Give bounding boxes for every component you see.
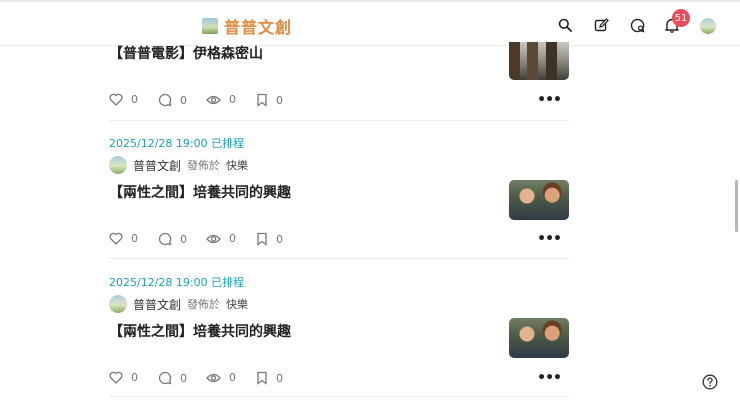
top-navigation-bar: 普普文創 51	[0, 0, 740, 46]
post-title[interactable]: 【兩性之間】培養共同的興趣	[109, 182, 291, 202]
help-icon[interactable]	[701, 373, 719, 391]
save-button[interactable]: 0	[256, 232, 283, 246]
posted-in-label: 發佈於	[187, 159, 221, 172]
eye-icon	[206, 234, 221, 243]
save-count: 0	[276, 93, 283, 107]
more-options-icon[interactable]: •••	[537, 371, 562, 385]
eye-icon	[206, 95, 221, 104]
post-actions: 0 0 0 0 •••	[109, 232, 569, 248]
heart-icon	[109, 232, 123, 245]
post-thumbnail[interactable]	[509, 180, 569, 220]
author-avatar[interactable]	[109, 156, 127, 174]
category-link[interactable]: 快樂	[226, 157, 248, 173]
save-count: 0	[276, 232, 283, 246]
site-logo[interactable]: 普普文創	[202, 14, 292, 38]
comment-icon	[158, 371, 172, 385]
like-count: 0	[131, 93, 138, 106]
schedule-status: 2025/12/28 19:00 已排程	[109, 276, 245, 289]
post-divider	[109, 258, 569, 259]
comment-button[interactable]: 0	[158, 232, 187, 246]
user-avatar[interactable]	[700, 18, 716, 34]
author-avatar[interactable]	[109, 295, 127, 313]
post-divider	[109, 396, 569, 397]
post-meta: 普普文創 發佈於 快樂	[109, 295, 248, 313]
posted-in-label: 發佈於	[187, 298, 221, 311]
more-options-icon[interactable]: •••	[537, 232, 562, 246]
like-count: 0	[131, 232, 138, 245]
site-name: 普普文創	[224, 18, 293, 37]
post-actions: 0 0 0 0 •••	[109, 371, 569, 387]
view-count: 0	[229, 232, 236, 245]
post-divider	[109, 120, 569, 121]
post-thumbnail[interactable]	[509, 42, 569, 80]
comment-count: 0	[180, 371, 187, 385]
like-button[interactable]: 0	[109, 371, 138, 384]
category-link[interactable]: 快樂	[226, 296, 248, 312]
comment-button[interactable]: 0	[158, 371, 187, 385]
heart-icon	[109, 371, 123, 384]
bookmark-icon	[257, 371, 267, 385]
post-meta: 普普文創 發佈於 快樂	[109, 156, 248, 174]
post-thumbnail[interactable]	[509, 318, 569, 358]
view-count-item: 0	[206, 232, 236, 245]
post-actions: 0 0 0 0 •••	[109, 93, 569, 109]
more-options-icon[interactable]: •••	[537, 93, 562, 107]
view-count-item: 0	[206, 371, 236, 384]
logo-image	[202, 18, 218, 34]
heart-icon	[109, 93, 123, 106]
author-name[interactable]: 普普文創	[133, 296, 181, 313]
comment-count: 0	[180, 93, 187, 107]
comment-icon	[158, 93, 172, 107]
post-title[interactable]: 【普普電影】伊格森密山	[109, 43, 263, 63]
save-button[interactable]: 0	[256, 93, 283, 107]
chat-icon[interactable]	[628, 16, 646, 34]
eye-icon	[206, 373, 221, 382]
notification-badge: 51	[672, 9, 690, 27]
bookmark-icon	[257, 232, 267, 246]
bookmark-icon	[257, 93, 267, 107]
view-count-item: 0	[206, 93, 236, 106]
comment-button[interactable]: 0	[158, 93, 187, 107]
view-count: 0	[229, 371, 236, 384]
search-icon[interactable]	[556, 16, 574, 34]
post-title[interactable]: 【兩性之間】培養共同的興趣	[109, 321, 291, 341]
save-count: 0	[276, 371, 283, 385]
comment-icon	[158, 232, 172, 246]
edit-icon[interactable]	[592, 16, 610, 34]
schedule-status: 2025/12/28 19:00 已排程	[109, 137, 245, 150]
page-scrollbar[interactable]	[735, 180, 738, 232]
comment-count: 0	[180, 232, 187, 246]
like-button[interactable]: 0	[109, 232, 138, 245]
save-button[interactable]: 0	[256, 371, 283, 385]
like-button[interactable]: 0	[109, 93, 138, 106]
like-count: 0	[131, 371, 138, 384]
author-name[interactable]: 普普文創	[133, 157, 181, 174]
view-count: 0	[229, 93, 236, 106]
